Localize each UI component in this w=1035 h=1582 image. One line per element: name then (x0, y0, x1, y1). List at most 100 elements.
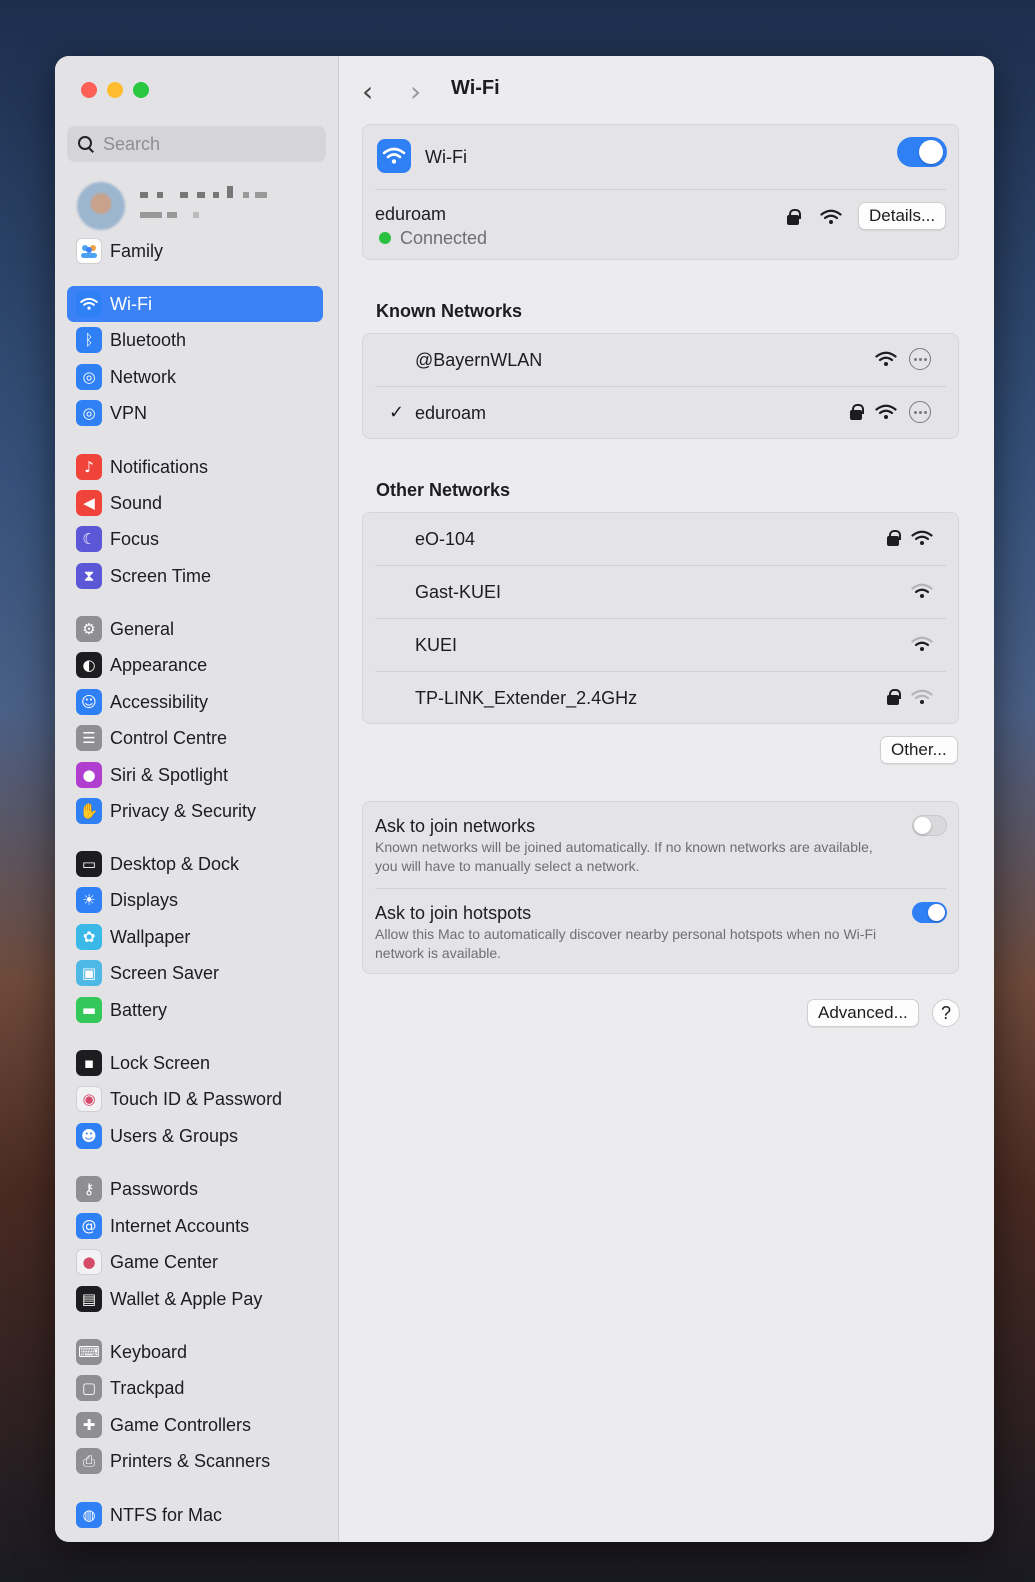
sidebar-item-game-controllers[interactable]: ✚ Game Controllers (67, 1407, 323, 1443)
ask-networks-toggle[interactable] (912, 815, 947, 836)
minimize-button[interactable] (107, 82, 123, 98)
control-centre-icon: ☰ (76, 725, 102, 751)
wifi-signal-weak-icon (911, 689, 933, 704)
search-input[interactable] (103, 133, 303, 155)
sidebar-item-screen-saver[interactable]: ▣ Screen Saver (67, 955, 323, 991)
known-network-row[interactable]: ✓ eduroam (375, 387, 946, 439)
close-button[interactable] (81, 82, 97, 98)
other-network-row[interactable]: TP-LINK_Extender_2.4GHz (375, 672, 946, 724)
sidebar-item-wi-fi[interactable]: Wi-Fi (67, 286, 323, 322)
sidebar-item-general[interactable]: ⚙ General (67, 611, 323, 647)
sidebar-item-vpn[interactable]: ◎ VPN (67, 395, 323, 431)
details-button[interactable]: Details... (858, 202, 947, 230)
sidebar-item-internet-accounts[interactable]: @ Internet Accounts (67, 1208, 323, 1244)
vpn-globe-icon: ◎ (76, 400, 102, 426)
help-button[interactable]: ? (932, 999, 960, 1027)
wifi-icon (76, 291, 102, 317)
sidebar-item-sound[interactable]: ◀ Sound (67, 485, 323, 521)
ask-networks-title: Ask to join networks (375, 816, 536, 836)
wifi-card: Wi-Fi eduroam Connected Details... (362, 124, 959, 260)
sidebar-item-label: Displays (110, 889, 179, 910)
sidebar-item-battery[interactable]: ▬ Battery (67, 992, 323, 1028)
sidebar-item-label: Focus (110, 528, 160, 549)
zoom-button[interactable] (133, 82, 149, 98)
other-network-button[interactable]: Other... (880, 736, 958, 764)
sidebar-item-label: Trackpad (110, 1377, 185, 1398)
current-network-name: eduroam (375, 204, 447, 224)
sidebar-item-desktop-dock[interactable]: ▭ Desktop & Dock (67, 846, 323, 882)
other-network-row[interactable]: eO-104 (375, 513, 946, 565)
wifi-signal-medium-icon (911, 583, 933, 598)
sidebar-item-wallet-apple-pay[interactable]: ▤ Wallet & Apple Pay (67, 1281, 323, 1317)
sidebar-item-printers-scanners[interactable]: ⎙ Printers & Scanners (67, 1443, 323, 1479)
at-icon: @ (76, 1213, 102, 1239)
sidebar-item-label: Game Center (110, 1251, 219, 1272)
apple-id-profile[interactable] (77, 182, 327, 230)
flower-icon: ✿ (76, 924, 102, 950)
sidebar-item-appearance[interactable]: ◐ Appearance (67, 647, 323, 683)
more-options-icon[interactable] (909, 401, 931, 423)
sidebar-item-label: General (110, 618, 175, 639)
sidebar-item-accessibility[interactable]: ☺ Accessibility (67, 684, 323, 720)
sidebar-item-privacy-security[interactable]: ✋ Privacy & Security (67, 793, 323, 829)
sidebar-item-trackpad[interactable]: ▢ Trackpad (67, 1370, 323, 1406)
other-network-row[interactable]: KUEI (375, 619, 946, 671)
other-networks-list: eO-104 Gast-KUEI KUEI TP-LINK_Extender_2… (362, 512, 959, 724)
sidebar-item-control-centre[interactable]: ☰ Control Centre (67, 720, 323, 756)
hand-icon: ✋ (76, 798, 102, 824)
network-name: KUEI (415, 635, 458, 655)
lock-icon (850, 404, 864, 420)
sidebar-item-game-center[interactable]: ● Game Center (67, 1244, 323, 1280)
advanced-button[interactable]: Advanced... (807, 999, 919, 1027)
sidebar-item-wallpaper[interactable]: ✿ Wallpaper (67, 919, 323, 955)
accessibility-icon: ☺ (76, 689, 102, 715)
known-networks-title: Known Networks (376, 301, 523, 321)
sun-icon: ☀ (76, 887, 102, 913)
other-network-row[interactable]: Gast-KUEI (375, 566, 946, 618)
sidebar-item-siri-spotlight[interactable]: ● Siri & Spotlight (67, 757, 323, 793)
sidebar-item-network[interactable]: ◎ Network (67, 359, 323, 395)
sidebar-item-screen-time[interactable]: ⧗ Screen Time (67, 558, 323, 594)
battery-icon: ▬ (76, 997, 102, 1023)
sidebar-item-notifications[interactable]: ♪ Notifications (67, 449, 323, 485)
network-name: Gast-KUEI (415, 582, 502, 602)
more-options-icon[interactable] (909, 348, 931, 370)
settings-window: Family Wi-Fi ᛒ Bluetooth ◎ Network ◎ VPN ♪ Notif… (55, 56, 994, 1542)
window-controls (81, 82, 149, 98)
sidebar-item-passwords[interactable]: ⚷ Passwords (67, 1171, 323, 1207)
sidebar-item-label: Desktop & Dock (110, 853, 240, 874)
dock-icon: ▭ (76, 851, 102, 877)
sidebar-item-label: Wi-Fi (110, 293, 152, 314)
wifi-signal-medium-icon (911, 636, 933, 651)
sidebar-item-keyboard[interactable]: ⌨ Keyboard (67, 1334, 323, 1370)
wifi-label: Wi-Fi (425, 147, 467, 167)
sidebar-item-label: Lock Screen (110, 1052, 211, 1073)
sidebar-item-family[interactable]: Family (67, 233, 323, 269)
sidebar-item-lock-screen[interactable]: ▪ Lock Screen (67, 1045, 323, 1081)
search-field[interactable] (67, 126, 326, 162)
sidebar-item-touch-id-password[interactable]: ◉ Touch ID & Password (67, 1081, 323, 1117)
sidebar-item-bluetooth[interactable]: ᛒ Bluetooth (67, 322, 323, 358)
sidebar-item-label: Printers & Scanners (110, 1450, 271, 1471)
sidebar-item-label: NTFS for Mac (110, 1504, 223, 1525)
wifi-toggle[interactable] (897, 137, 947, 167)
sidebar-item-label: Accessibility (110, 691, 209, 712)
network-name: TP-LINK_Extender_2.4GHz (415, 688, 638, 708)
sidebar-item-displays[interactable]: ☀ Displays (67, 882, 323, 918)
ask-hotspots-toggle[interactable] (912, 902, 947, 923)
speaker-icon: ◀ (76, 490, 102, 516)
network-name: @BayernWLAN (415, 350, 543, 370)
back-button[interactable]: ‹ (362, 78, 373, 106)
known-network-row[interactable]: @BayernWLAN (375, 334, 946, 386)
sidebar-item-ntfs-for-mac[interactable]: ◍ NTFS for Mac (67, 1497, 323, 1533)
wifi-signal-icon (820, 209, 842, 224)
sidebar-item-label: Notifications (110, 456, 209, 477)
page-title: Wi-Fi (451, 77, 500, 99)
sidebar-item-label: Privacy & Security (110, 800, 257, 821)
keyboard-icon: ⌨ (76, 1339, 102, 1365)
connection-status: Connected (400, 228, 488, 248)
sidebar-item-focus[interactable]: ☾ Focus (67, 521, 323, 557)
key-icon: ⚷ (76, 1176, 102, 1202)
sidebar-item-users-groups[interactable]: ☻ Users & Groups (67, 1118, 323, 1154)
forward-button[interactable]: › (410, 78, 421, 106)
